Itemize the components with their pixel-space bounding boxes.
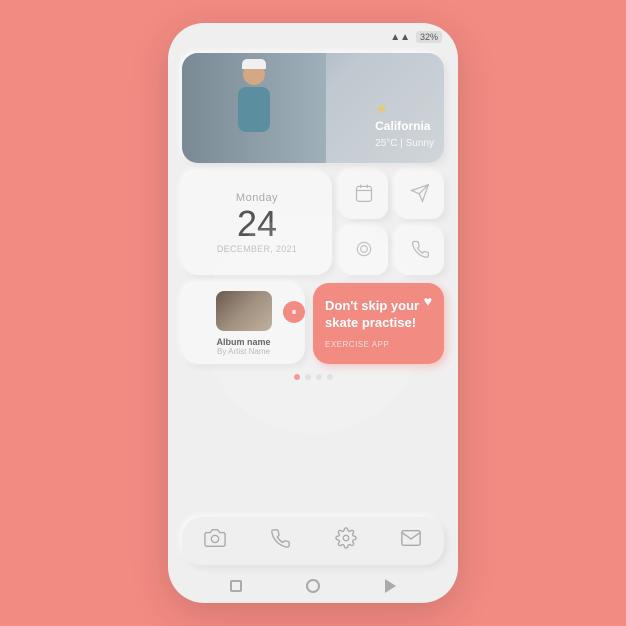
- pause-icon: ⏸: [292, 307, 297, 318]
- exercise-message: Don't skip your skate practise!: [325, 298, 432, 332]
- exercise-widget[interactable]: ♥ Don't skip your skate practise! EXERCI…: [313, 283, 444, 364]
- wifi-icon: ▲▲: [390, 32, 410, 43]
- weather-widget[interactable]: ☀ California 25°C | Sunny: [182, 53, 444, 163]
- album-art: [216, 291, 272, 331]
- dot-3: [316, 374, 322, 380]
- calendar-icon: [354, 183, 374, 208]
- pause-button[interactable]: ⏸: [283, 301, 305, 323]
- send-app-icon[interactable]: [396, 171, 444, 219]
- send-icon: [410, 183, 430, 208]
- person-hat: [242, 59, 266, 69]
- page-dots: [182, 372, 444, 382]
- music-exercise-row: ⏸ Album name By Artist Name ♥ Don't skip…: [182, 283, 444, 364]
- phone-icon: [410, 239, 430, 264]
- weather-location: California: [375, 119, 434, 133]
- music-widget[interactable]: ⏸ Album name By Artist Name: [182, 283, 305, 364]
- back-button[interactable]: [306, 579, 320, 593]
- app-dock: [182, 517, 444, 565]
- exercise-app-label: EXERCISE APP: [325, 340, 432, 349]
- dot-2: [305, 374, 311, 380]
- weather-person-image: [182, 53, 326, 163]
- calendar-date: 24: [237, 204, 277, 244]
- dot-4: [327, 374, 333, 380]
- calendar-icon-row: Monday 24 DECEMBER, 2021: [182, 171, 444, 275]
- phone-content: ☀ California 25°C | Sunny Monday 24 DECE…: [168, 47, 458, 517]
- battery-indicator: 32%: [416, 31, 442, 43]
- home-button[interactable]: [230, 580, 242, 592]
- album-art-image: [216, 291, 272, 331]
- artist-name: By Artist Name: [217, 347, 270, 356]
- dock-phone-icon[interactable]: [269, 527, 291, 555]
- heart-icon: ♥: [424, 293, 432, 309]
- icon-grid: [340, 171, 444, 275]
- phone-app-icon[interactable]: [396, 227, 444, 275]
- album-name: Album name: [216, 337, 270, 347]
- calendar-app-icon[interactable]: [340, 171, 388, 219]
- camera-app-icon[interactable]: [340, 227, 388, 275]
- phone-frame: ▲▲ 32% ☀ California 25°C | Sunny: [168, 23, 458, 603]
- sun-icon: ☀: [375, 101, 388, 118]
- dock-mail-icon[interactable]: [400, 527, 422, 555]
- dock-settings-icon[interactable]: [335, 527, 357, 555]
- recent-button[interactable]: [385, 579, 396, 593]
- weather-description: 25°C | Sunny: [375, 138, 434, 149]
- status-bar: ▲▲ 32%: [168, 23, 458, 47]
- calendar-widget[interactable]: Monday 24 DECEMBER, 2021: [182, 171, 332, 275]
- weather-info: ☀ California 25°C | Sunny: [375, 101, 434, 151]
- camera-icon: [354, 239, 374, 264]
- dock-camera-icon[interactable]: [204, 527, 226, 555]
- person-body: [238, 87, 270, 132]
- dot-1: [294, 374, 300, 380]
- nav-bar: [168, 573, 458, 603]
- person-silhouette: [229, 63, 279, 153]
- calendar-month: DECEMBER, 2021: [217, 244, 297, 254]
